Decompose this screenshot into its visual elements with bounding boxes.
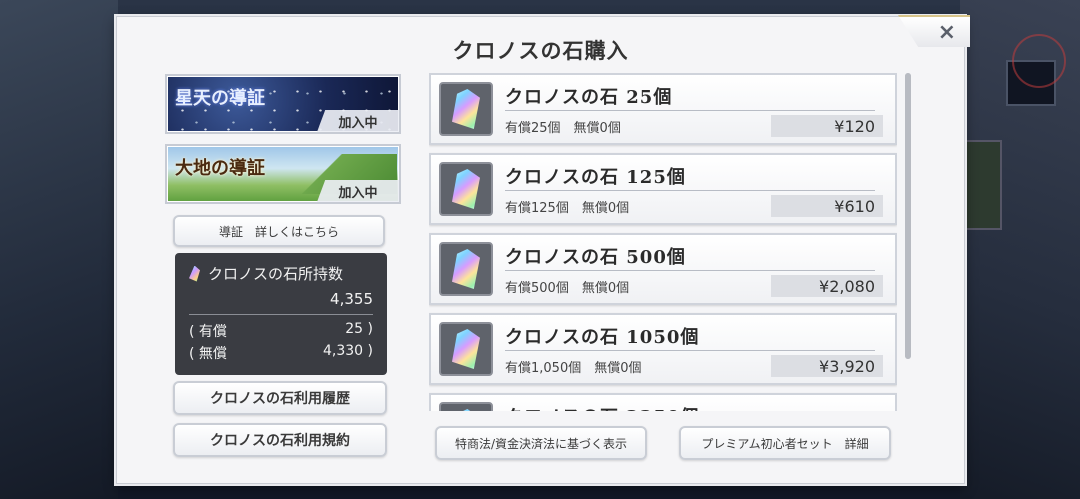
chronos-stone-icon (452, 249, 480, 289)
product-name: クロノスの石 125個 (505, 167, 686, 188)
product-name: クロノスの石 1050個 (505, 327, 700, 348)
background-emblem (1012, 34, 1066, 88)
usage-history-button[interactable]: クロノスの石利用履歴 (173, 381, 387, 415)
chronos-stone-icon (452, 409, 480, 411)
balance-label: クロノスの石所持数 (208, 265, 344, 283)
product-detail: 有償500個 無償0個 (505, 281, 630, 296)
close-icon[interactable]: × (938, 20, 956, 45)
dialog-title: クロノスの石購入 (452, 38, 629, 63)
product-name: クロノスの石 2350個 (505, 403, 699, 411)
gem-frame (439, 242, 493, 296)
balance-header: クロノスの石所持数 (189, 263, 373, 284)
product-price: ¥610 (771, 195, 883, 217)
pass-details-button[interactable]: 導証 詳しくはこちら (173, 215, 385, 247)
legal-notice-button[interactable]: 特商法/資金決済法に基づく表示 (435, 426, 647, 460)
divider (505, 190, 875, 191)
purchase-dialog: クロノスの石購入 × 星天の導証 加入中 大地の導証 加入中 導証 詳しくはこち… (116, 15, 970, 484)
earth-pass-name: 大地の導証 (175, 158, 265, 179)
product-list-scrollbar[interactable] (905, 73, 911, 359)
gem-frame (439, 322, 493, 376)
product-price: ¥120 (771, 115, 883, 137)
star-pass-banner[interactable]: 星天の導証 加入中 (165, 74, 401, 134)
balance-total: 4,355 (189, 290, 373, 315)
product-detail: 有償1,050個 無償0個 (505, 361, 642, 376)
product-price: ¥2,080 (771, 275, 883, 297)
product-price: ¥3,920 (771, 355, 883, 377)
paid-label: ( 有償 (189, 324, 227, 340)
product-detail: 有償125個 無償0個 (505, 201, 630, 216)
product-item[interactable]: クロノスの石 125個 有償125個 無償0個 ¥610 (429, 153, 897, 225)
product-name: クロノスの石 25個 (505, 87, 673, 108)
balance-paid-row: ( 有償 25 ) (189, 321, 373, 341)
star-pass-name: 星天の導証 (175, 88, 265, 109)
chronos-stone-icon (452, 169, 480, 209)
product-item[interactable]: クロノスの石 500個 有償500個 無償0個 ¥2,080 (429, 233, 897, 305)
earth-pass-banner[interactable]: 大地の導証 加入中 (165, 144, 401, 204)
chronos-stone-icon (452, 89, 480, 129)
product-item[interactable]: クロノスの石 2350個 (429, 393, 897, 411)
premium-starter-set-button[interactable]: プレミアム初心者セット 詳細 (679, 426, 891, 460)
gem-frame (439, 162, 493, 216)
product-item[interactable]: クロノスの石 1050個 有償1,050個 無償0個 ¥3,920 (429, 313, 897, 385)
stone-balance-panel: クロノスの石所持数 4,355 ( 有償 25 ) ( 無償 4,330 ) (175, 253, 387, 375)
product-list[interactable]: クロノスの石 25個 有償25個 無償0個 ¥120 クロノスの石 125個 有… (429, 73, 897, 411)
paid-value: 25 ) (345, 321, 373, 337)
earth-pass-status: 加入中 (317, 180, 399, 202)
balance-free-row: ( 無償 4,330 ) (189, 343, 373, 363)
product-item[interactable]: クロノスの石 25個 有償25個 無償0個 ¥120 (429, 73, 897, 145)
chronos-stone-icon (189, 265, 200, 282)
scrollbar-thumb[interactable] (905, 73, 911, 359)
usage-terms-button[interactable]: クロノスの石利用規約 (173, 423, 387, 457)
gem-frame (439, 402, 493, 411)
divider (505, 110, 875, 111)
divider (505, 350, 875, 351)
divider (505, 270, 875, 271)
product-name: クロノスの石 500個 (505, 247, 686, 268)
gem-frame (439, 82, 493, 136)
free-value: 4,330 ) (323, 343, 373, 359)
star-pass-status: 加入中 (317, 110, 399, 132)
product-detail: 有償25個 無償0個 (505, 121, 621, 136)
background-left (0, 0, 118, 499)
chronos-stone-icon (452, 329, 480, 369)
free-label: ( 無償 (189, 346, 227, 362)
